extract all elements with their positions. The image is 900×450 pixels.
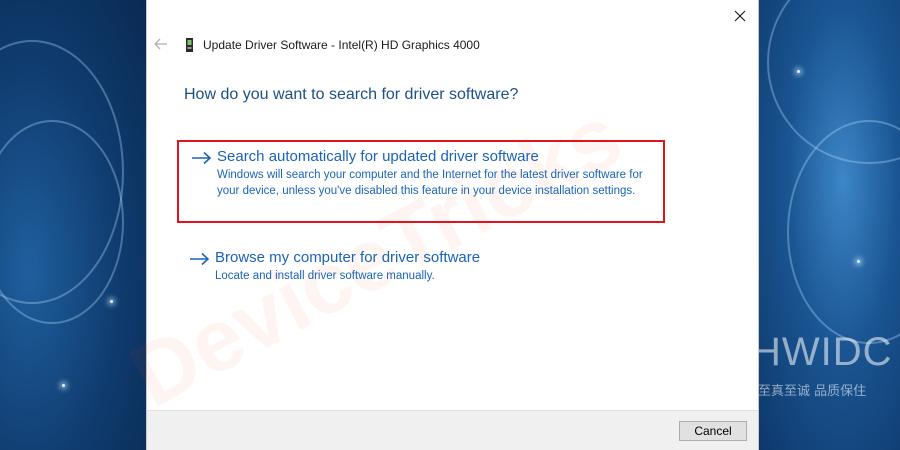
desktop-sparkle: [110, 300, 113, 303]
page-heading: How do you want to search for driver sof…: [184, 86, 519, 103]
option-title: Browse my computer for driver software: [215, 249, 481, 266]
back-arrow-icon: [154, 38, 167, 50]
desktop-sparkle: [797, 70, 800, 73]
close-icon: [734, 10, 746, 22]
watermark-hwidc: HWIDC: [752, 330, 893, 374]
desktop-watermark: HWIDC 至真至诚 品质保住: [752, 330, 900, 399]
option-description: Locate and install driver software manua…: [215, 270, 435, 282]
dialog-title-bar: Update Driver Software - Intel(R) HD Gra…: [185, 38, 480, 52]
dialog-footer: Cancel: [147, 410, 758, 450]
back-button[interactable]: [153, 36, 171, 54]
browse-computer-option[interactable]: Browse my computer for driver software L…: [177, 244, 661, 290]
arrow-right-icon: [190, 252, 210, 266]
search-automatically-option[interactable]: Search automatically for updated driver …: [177, 140, 665, 223]
cancel-button[interactable]: Cancel: [679, 421, 747, 441]
option-title: Search automatically for updated driver …: [217, 148, 539, 165]
dialog-title: Update Driver Software - Intel(R) HD Gra…: [203, 38, 480, 52]
update-driver-dialog: DeviceTricks Update Driver Software - In…: [115, 0, 759, 450]
desktop-sparkle: [857, 260, 860, 263]
desktop-background-left: [0, 0, 146, 450]
option-description: Windows will search your computer and th…: [217, 169, 643, 197]
device-icon: [186, 38, 193, 52]
arrow-right-icon: [192, 151, 212, 165]
desktop-sparkle: [62, 384, 65, 387]
watermark-slogan: 至真至诚 品质保住: [758, 384, 867, 399]
close-button[interactable]: [728, 6, 752, 26]
desktop-swirl: [787, 120, 900, 344]
